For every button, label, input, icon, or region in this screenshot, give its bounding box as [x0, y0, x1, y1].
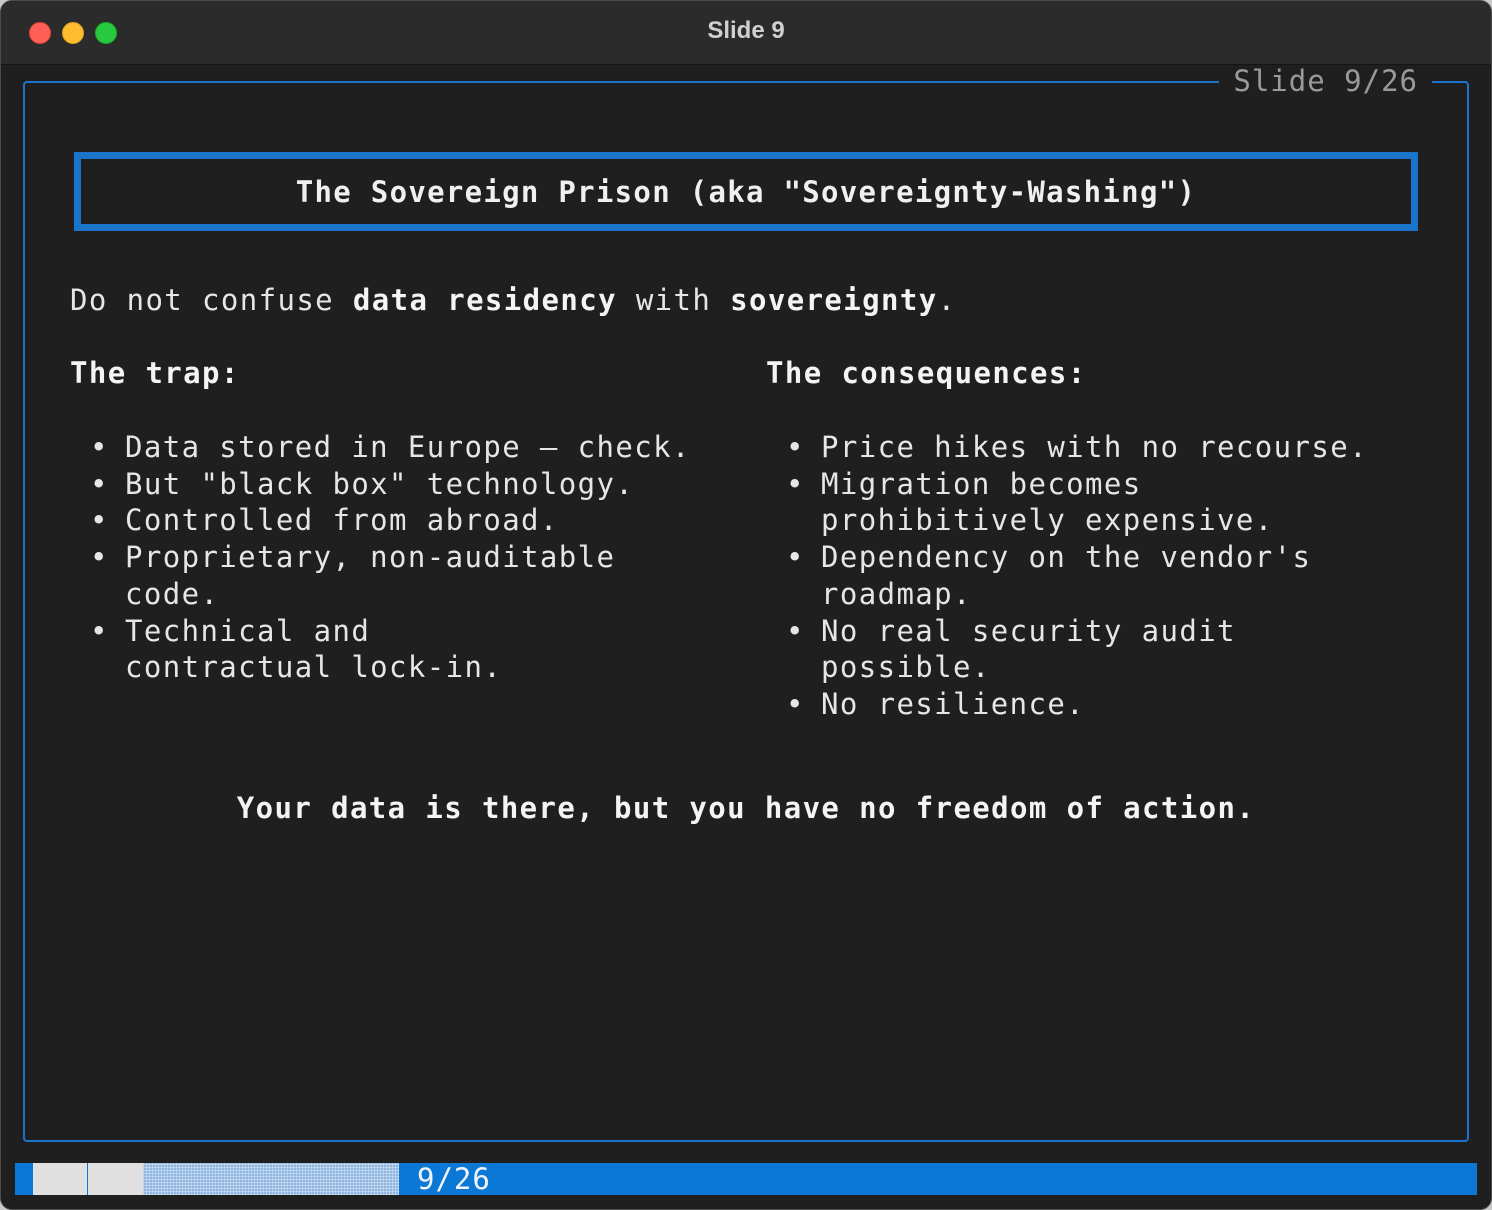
slide-title-box: The Sovereign Prison (aka "Sovereignty-W… — [74, 152, 1418, 231]
list-item: Proprietary, non-auditable code. — [70, 539, 720, 612]
list-item: Price hikes with no recourse. — [766, 429, 1416, 466]
intro-text-1: Do not confuse — [70, 283, 353, 317]
slide-tagline: Your data is there, but you have no free… — [236, 791, 1256, 825]
progress-filled-segment — [88, 1163, 143, 1195]
slide-title: The Sovereign Prison (aka "Sovereignty-W… — [295, 174, 1197, 209]
list-item: Data stored in Europe — check. — [70, 429, 720, 466]
consequences-heading: The consequences: — [766, 356, 1087, 390]
trap-list: Data stored in Europe — check. But "blac… — [70, 429, 720, 686]
list-item: But "black box" technology. — [70, 466, 720, 503]
intro-text-3: . — [937, 283, 957, 317]
terminal-window: Slide 9 Slide 9/26 The Sovereign Prison … — [0, 0, 1492, 1210]
progress-remaining-track — [143, 1163, 399, 1195]
intro-text-2: with — [616, 283, 731, 317]
title-bar: Slide 9 — [1, 1, 1491, 65]
list-item: Technical and contractual lock-in. — [70, 613, 595, 686]
intro-line: Do not confuse data residency with sover… — [70, 283, 956, 317]
trap-heading: The trap: — [70, 356, 240, 390]
list-item: No real security audit possible. — [766, 613, 1416, 686]
list-item: No resilience. — [766, 686, 1416, 723]
consequences-list: Price hikes with no recourse. Migration … — [766, 429, 1416, 723]
progress-label: 9/26 — [417, 1162, 491, 1196]
status-bar: 9/26 — [15, 1163, 1477, 1195]
intro-bold-sovereignty: sovereignty — [730, 283, 938, 317]
intro-bold-data-residency: data residency — [352, 283, 617, 317]
list-item: Migration becomes prohibitively expensiv… — [766, 466, 1401, 539]
presentation-area: Slide 9/26 The Sovereign Prison (aka "So… — [1, 65, 1491, 1209]
slide-counter: Slide 9/26 — [1219, 65, 1432, 97]
list-item: Controlled from abroad. — [70, 502, 720, 539]
list-item: Dependency on the vendor's roadmap. — [766, 539, 1321, 612]
progress-filled-segment — [33, 1163, 87, 1195]
window-title: Slide 9 — [707, 17, 785, 44]
